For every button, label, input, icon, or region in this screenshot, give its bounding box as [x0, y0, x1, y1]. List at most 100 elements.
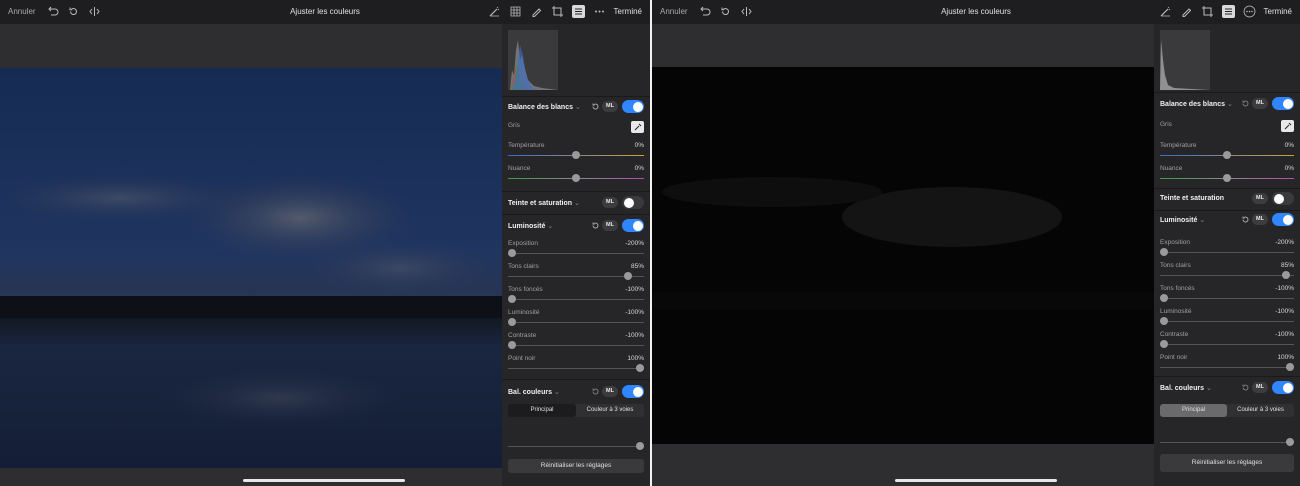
reset-luminosity-icon[interactable] — [1241, 215, 1250, 224]
ml-button[interactable]: ML — [602, 386, 618, 397]
ml-button[interactable]: ML — [1252, 214, 1268, 225]
exposure-track[interactable] — [1160, 252, 1294, 253]
black-point-track[interactable] — [1160, 367, 1294, 368]
reset-white-balance-icon[interactable] — [591, 102, 600, 111]
tint-knob[interactable] — [1223, 174, 1231, 182]
black-point-knob[interactable] — [1286, 363, 1294, 371]
reset-color-balance-icon[interactable] — [591, 387, 600, 396]
luminosity-header: Luminosité ⌄ ML — [508, 218, 644, 236]
luminosity-toggle[interactable] — [1272, 213, 1294, 226]
color-balance-title[interactable]: Bal. couleurs ⌄ — [1160, 384, 1212, 392]
brush-icon[interactable] — [530, 5, 543, 18]
hue-saturation-toggle[interactable] — [622, 196, 644, 209]
tab-three-way-color[interactable]: Couleur à 3 voies — [1227, 404, 1294, 417]
eyedropper-icon[interactable] — [631, 121, 644, 133]
canvas-area — [652, 24, 1154, 486]
ml-button[interactable]: ML — [602, 101, 618, 112]
crop-icon[interactable] — [551, 5, 564, 18]
shadows-track[interactable] — [508, 299, 644, 300]
contrast-track[interactable] — [508, 345, 644, 346]
color-balance-toggle[interactable] — [1272, 381, 1294, 394]
tab-three-way-color[interactable]: Couleur à 3 voies — [576, 404, 644, 417]
color-balance-knob[interactable] — [1286, 438, 1294, 446]
color-balance-knob[interactable] — [636, 442, 644, 450]
contrast-track[interactable] — [1160, 344, 1294, 345]
hue-saturation-title[interactable]: Teinte et saturation ⌄ — [508, 199, 580, 207]
color-balance-track[interactable] — [508, 446, 644, 447]
eyedropper-icon[interactable] — [1281, 120, 1294, 132]
shadows-value: -100% — [1275, 285, 1294, 292]
done-button[interactable]: Terminé — [1264, 7, 1292, 16]
brightness-track[interactable] — [1160, 321, 1294, 322]
black-point-value: 100% — [1277, 354, 1294, 361]
brightness-knob[interactable] — [508, 318, 516, 326]
auto-adjust-icon[interactable] — [1159, 5, 1172, 18]
luminosity-title[interactable]: Luminosité ⌄ — [508, 222, 553, 230]
tint-value: 0% — [1284, 165, 1294, 172]
contrast-knob[interactable] — [1160, 340, 1168, 348]
hue-saturation-title[interactable]: Teinte et saturation — [1160, 195, 1224, 202]
reset-settings-button[interactable]: Réinitialiser les réglages — [508, 459, 644, 473]
adjustments-icon[interactable] — [572, 5, 585, 18]
temperature-label: Température — [1160, 142, 1197, 149]
contrast-slider: Contraste -100% — [1160, 329, 1294, 349]
color-balance-track[interactable] — [1160, 442, 1294, 443]
black-point-track[interactable] — [508, 368, 644, 369]
color-balance-tabs: Principal Couleur à 3 voies — [508, 404, 644, 417]
reset-luminosity-icon[interactable] — [591, 221, 600, 230]
highlights-knob[interactable] — [624, 272, 632, 280]
ml-button[interactable]: ML — [1252, 98, 1268, 109]
more-icon[interactable] — [593, 5, 606, 18]
contrast-knob[interactable] — [508, 341, 516, 349]
tint-value: 0% — [634, 165, 644, 172]
highlights-track[interactable] — [1160, 275, 1294, 276]
tab-principal[interactable]: Principal — [508, 404, 576, 417]
white-balance-toggle[interactable] — [1272, 97, 1294, 110]
exposure-knob[interactable] — [508, 249, 516, 257]
shadows-knob[interactable] — [1160, 294, 1168, 302]
highlights-knob[interactable] — [1282, 271, 1290, 279]
brightness-track[interactable] — [508, 322, 644, 323]
adjustments-icon[interactable] — [1222, 5, 1235, 18]
color-balance-tabs: Principal Couleur à 3 voies — [1160, 404, 1294, 417]
tint-knob[interactable] — [572, 174, 580, 182]
ml-button[interactable]: ML — [1252, 193, 1268, 204]
hue-saturation-header: Teinte et saturation ML — [1160, 191, 1294, 209]
hue-saturation-toggle[interactable] — [1272, 192, 1294, 205]
color-balance-toggle[interactable] — [622, 385, 644, 398]
reset-settings-button[interactable]: Réinitialiser les réglages — [1160, 454, 1294, 472]
auto-adjust-icon[interactable] — [488, 5, 501, 18]
black-point-slider: Point noir 100% — [508, 353, 644, 373]
ml-button[interactable]: ML — [602, 197, 618, 208]
crop-icon[interactable] — [1201, 5, 1214, 18]
reset-color-balance-icon[interactable] — [1241, 383, 1250, 392]
temperature-slider: Température 0% — [1160, 140, 1294, 160]
grid-icon[interactable] — [509, 5, 522, 18]
done-button[interactable]: Terminé — [614, 7, 642, 16]
tab-principal[interactable]: Principal — [1160, 404, 1227, 417]
luminosity-toggle[interactable] — [622, 219, 644, 232]
white-balance-toggle[interactable] — [622, 100, 644, 113]
brightness-knob[interactable] — [1160, 317, 1168, 325]
luminosity-title[interactable]: Luminosité ⌄ — [1160, 216, 1205, 224]
more-icon[interactable] — [1243, 5, 1256, 18]
color-balance-header: Bal. couleurs ⌄ ML — [1160, 380, 1294, 398]
exposure-knob[interactable] — [1160, 248, 1168, 256]
white-balance-title[interactable]: Balance des blancs ⌄ — [1160, 100, 1233, 108]
shadows-track[interactable] — [1160, 298, 1294, 299]
contrast-value: -100% — [1275, 331, 1294, 338]
white-balance-title[interactable]: Balance des blancs ⌄ — [508, 103, 581, 111]
temperature-knob[interactable] — [572, 151, 580, 159]
black-point-knob[interactable] — [636, 364, 644, 372]
color-balance-title[interactable]: Bal. couleurs ⌄ — [508, 388, 560, 396]
black-point-label: Point noir — [508, 355, 536, 362]
shadows-value: -100% — [625, 286, 644, 293]
exposure-label: Exposition — [1160, 239, 1190, 246]
shadows-knob[interactable] — [508, 295, 516, 303]
ml-button[interactable]: ML — [1252, 382, 1268, 393]
reset-white-balance-icon[interactable] — [1241, 99, 1250, 108]
brush-icon[interactable] — [1180, 5, 1193, 18]
exposure-track[interactable] — [508, 253, 644, 254]
ml-button[interactable]: ML — [602, 220, 618, 231]
temperature-knob[interactable] — [1223, 151, 1231, 159]
